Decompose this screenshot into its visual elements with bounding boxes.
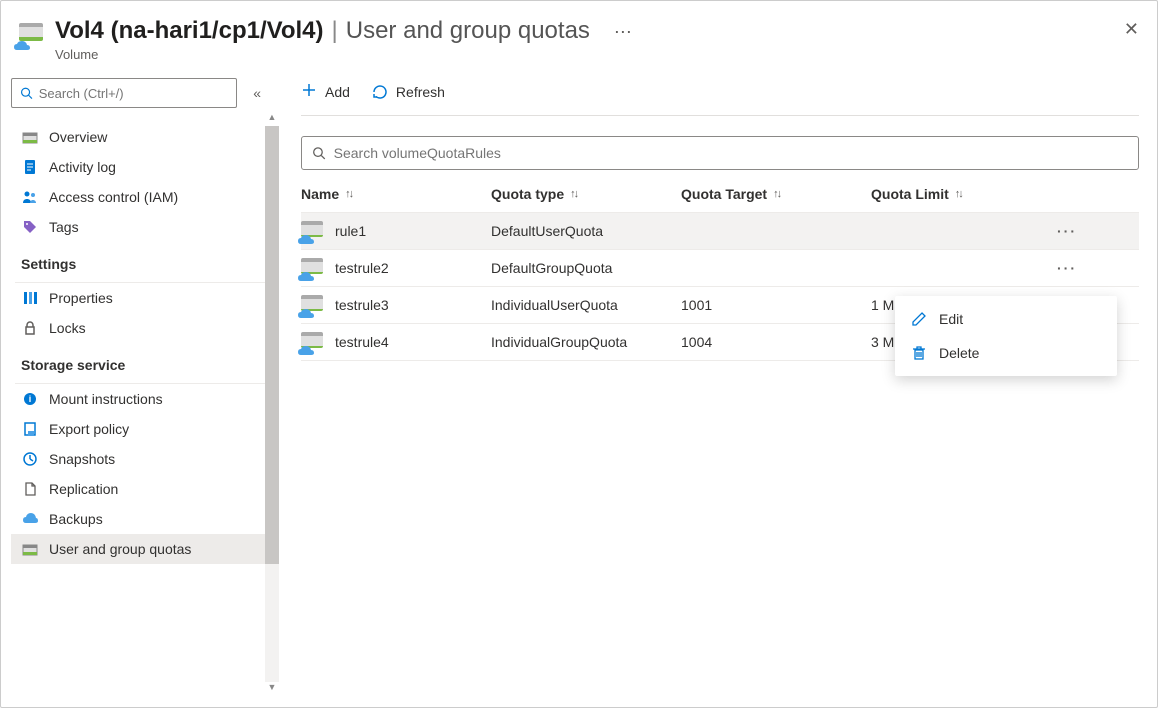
sidebar-search-input[interactable]	[39, 86, 228, 101]
table-search-input[interactable]	[334, 145, 1128, 161]
nav-label: Locks	[49, 320, 86, 336]
page-title: User and group quotas	[346, 17, 590, 45]
sidebar-item-replication[interactable]: Replication	[11, 474, 271, 504]
nav-label: Mount instructions	[49, 391, 163, 407]
main-content: Add Refresh Name↑↓ Quota type↑↓ Quota Ta…	[271, 70, 1157, 706]
sort-icon: ↑↓	[570, 188, 577, 200]
nav-label: Replication	[49, 481, 118, 497]
nav-label: Snapshots	[49, 451, 115, 467]
delete-icon	[911, 345, 927, 361]
sidebar-item-access-control-iam-[interactable]: Access control (IAM)	[11, 182, 271, 212]
nav-label: Access control (IAM)	[49, 189, 178, 205]
nav-label: Overview	[49, 129, 107, 145]
overview-icon	[21, 129, 39, 145]
sidebar-search[interactable]	[11, 78, 237, 108]
row-actions-button[interactable]: ···	[1041, 260, 1081, 276]
nav-label: Activity log	[49, 159, 116, 175]
search-icon	[20, 86, 33, 100]
refresh-button[interactable]: Refresh	[372, 84, 445, 100]
table-search[interactable]	[301, 136, 1139, 170]
volume-icon	[301, 258, 325, 278]
nav-label: Backups	[49, 511, 103, 527]
cell-quota-target: 1004	[681, 334, 871, 350]
sidebar-item-export-policy[interactable]: Export policy	[11, 414, 271, 444]
volume-icon	[301, 221, 325, 241]
sidebar: « Overview Activity log Access control (IA…	[1, 70, 271, 706]
cell-quota-type: IndividualGroupQuota	[491, 334, 681, 350]
page-header: Vol4 (na-hari1/cp1/Vol4) | User and grou…	[1, 1, 1157, 70]
sidebar-item-mount-instructions[interactable]: i Mount instructions	[11, 384, 271, 414]
table-header: Name↑↓ Quota type↑↓ Quota Target↑↓ Quota…	[301, 176, 1139, 212]
sort-icon: ↑↓	[345, 188, 352, 200]
iam-icon	[21, 189, 39, 205]
cell-name: testrule3	[335, 297, 389, 313]
sidebar-item-activity-log[interactable]: Activity log	[11, 152, 271, 182]
sidebar-item-locks[interactable]: Locks	[11, 313, 271, 343]
close-button[interactable]: ✕	[1124, 19, 1139, 40]
resource-type-label: Volume	[55, 47, 632, 62]
sort-icon: ↑↓	[773, 188, 780, 200]
section-settings: Settings	[11, 242, 271, 278]
nav-label: Export policy	[49, 421, 129, 437]
cell-quota-type: IndividualUserQuota	[491, 297, 681, 313]
nav-label: User and group quotas	[49, 541, 191, 557]
plus-icon	[301, 82, 317, 98]
row-actions-button[interactable]: ···	[1041, 223, 1081, 239]
sidebar-item-backups[interactable]: Backups	[11, 504, 271, 534]
sidebar-item-overview[interactable]: Overview	[11, 122, 271, 152]
search-icon	[312, 146, 326, 160]
tags-icon	[21, 219, 39, 235]
sidebar-item-tags[interactable]: Tags	[11, 212, 271, 242]
cell-name: rule1	[335, 223, 366, 239]
sidebar-item-user-and-group-quotas[interactable]: User and group quotas	[11, 534, 271, 564]
table-row[interactable]: testrule2 DefaultGroupQuota ···	[301, 249, 1139, 286]
cell-quota-type: DefaultUserQuota	[491, 223, 681, 239]
nav-label: Tags	[49, 219, 79, 235]
add-label: Add	[325, 84, 350, 100]
title-separator: |	[332, 17, 338, 45]
export-icon	[21, 421, 39, 437]
col-quota-limit[interactable]: Quota Limit↑↓	[871, 186, 1041, 202]
sidebar-item-snapshots[interactable]: Snapshots	[11, 444, 271, 474]
collapse-sidebar-button[interactable]: «	[247, 85, 267, 101]
context-delete[interactable]: Delete	[895, 336, 1117, 370]
command-bar: Add Refresh	[301, 78, 1139, 115]
snapshots-icon	[21, 451, 39, 467]
locks-icon	[21, 320, 39, 336]
row-context-menu: Edit Delete	[895, 296, 1117, 376]
cell-name: testrule2	[335, 260, 389, 276]
refresh-label: Refresh	[396, 84, 445, 100]
backups-icon	[21, 511, 39, 527]
quotas-icon	[21, 541, 39, 557]
section-storage: Storage service	[11, 343, 271, 379]
edit-icon	[911, 311, 927, 327]
resource-title: Vol4 (na-hari1/cp1/Vol4)	[55, 17, 324, 45]
mount-icon: i	[21, 391, 39, 407]
svg-text:i: i	[29, 394, 32, 404]
volume-icon	[301, 332, 325, 352]
refresh-icon	[372, 84, 388, 100]
cell-name: testrule4	[335, 334, 389, 350]
sidebar-item-properties[interactable]: Properties	[11, 283, 271, 313]
cell-quota-type: DefaultGroupQuota	[491, 260, 681, 276]
col-quota-target[interactable]: Quota Target↑↓	[681, 186, 871, 202]
activity-icon	[21, 159, 39, 175]
volume-icon	[301, 295, 325, 315]
add-button[interactable]: Add	[301, 82, 350, 101]
col-name[interactable]: Name↑↓	[301, 186, 491, 202]
volume-icon	[17, 21, 45, 49]
table-row[interactable]: rule1 DefaultUserQuota ···	[301, 212, 1139, 249]
replication-icon	[21, 481, 39, 497]
cell-quota-target: 1001	[681, 297, 871, 313]
header-more-button[interactable]: ⋯	[614, 22, 632, 43]
col-quota-type[interactable]: Quota type↑↓	[491, 186, 681, 202]
nav-label: Properties	[49, 290, 113, 306]
sort-icon: ↑↓	[955, 188, 962, 200]
properties-icon	[21, 290, 39, 306]
context-edit[interactable]: Edit	[895, 302, 1117, 336]
